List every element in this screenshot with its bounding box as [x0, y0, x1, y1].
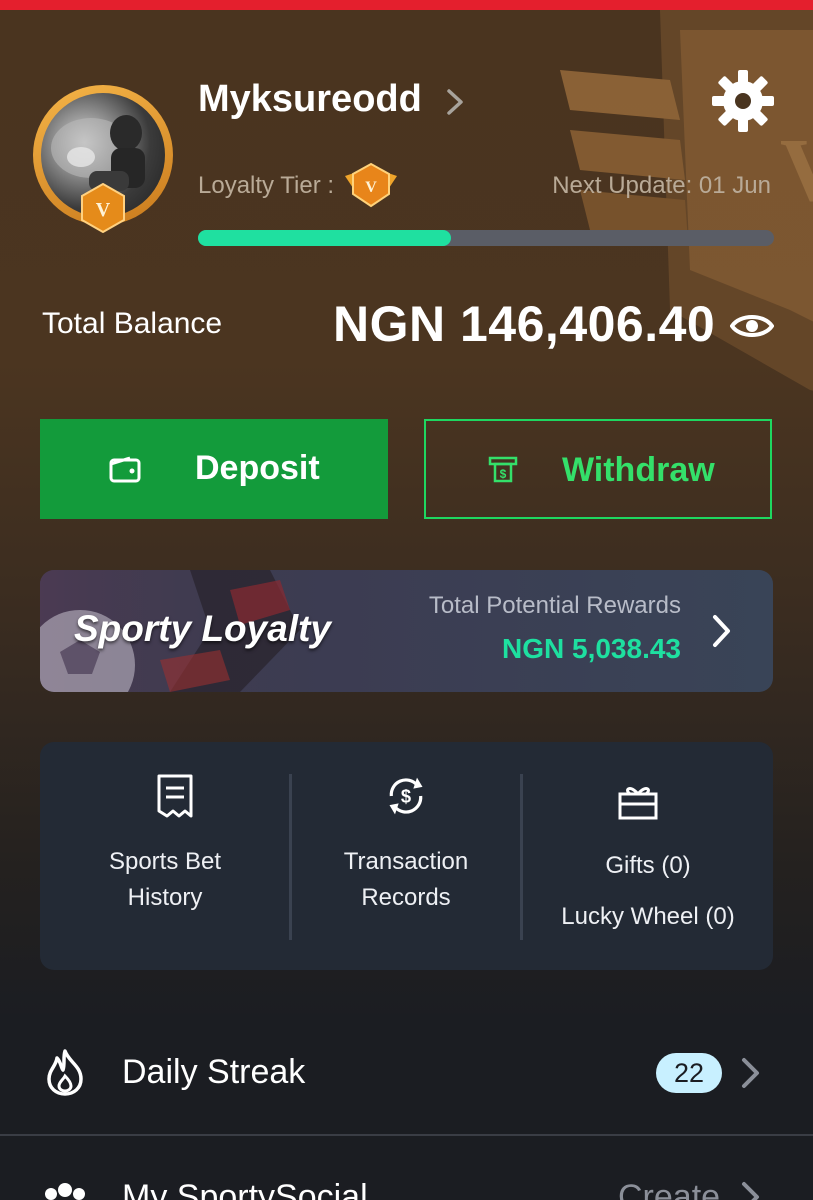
gifts-link[interactable]: Gifts (0) Lucky Wheel (0)	[523, 742, 773, 970]
gifts-count: Gifts (0)	[605, 852, 691, 879]
sports-bet-history-line1: Sports Bet	[108, 848, 222, 875]
eye-icon[interactable]	[730, 310, 774, 342]
total-balance-label: Total Balance	[42, 307, 223, 340]
chevron-right-icon	[742, 1058, 759, 1088]
rewards-label: Total Potential Rewards	[428, 592, 681, 619]
gift-icon	[618, 787, 658, 820]
sporty-loyalty-card[interactable]: Sporty Loyalty Total Potential Rewards N…	[40, 570, 773, 692]
deposit-label: Deposit	[195, 449, 320, 487]
loyalty-tier-badge-icon: V	[345, 162, 397, 208]
transaction-records-line2: Records	[361, 884, 451, 911]
withdraw-label: Withdraw	[562, 451, 715, 489]
loyalty-title: Sporty Loyalty	[74, 608, 331, 649]
daily-streak-label: Daily Streak	[122, 1053, 306, 1091]
username[interactable]: Myksureodd	[198, 78, 422, 121]
chevron-right-icon	[742, 1182, 759, 1200]
lucky-wheel-count[interactable]: Lucky Wheel (0)	[523, 899, 773, 935]
svg-text:$: $	[500, 467, 507, 481]
my-sportysocial-row[interactable]: My SportySocial Create	[0, 1136, 813, 1200]
next-update-text: Next Update: 01 Jun	[552, 172, 771, 199]
svg-text:V: V	[96, 199, 111, 221]
sports-bet-history-link[interactable]: Sports Bet History	[40, 742, 290, 970]
total-balance-value: NGN 146,406.40	[333, 296, 716, 352]
avatar-tier-badge-icon: V	[81, 183, 125, 233]
transaction-records-line1: Transaction	[343, 848, 469, 875]
quick-links-panel: Sports Bet History $ Transaction Records	[40, 742, 773, 970]
withdraw-button[interactable]: $ Withdraw	[424, 419, 772, 519]
daily-streak-row[interactable]: Daily Streak 22	[0, 1015, 813, 1130]
rewards-value: NGN 5,038.43	[502, 633, 681, 664]
svg-text:V: V	[365, 179, 377, 196]
flame-icon	[47, 1049, 83, 1096]
transaction-records-link[interactable]: $ Transaction Records	[292, 742, 520, 970]
tier-progress-fill	[198, 230, 452, 246]
settings-gear-icon[interactable]	[710, 68, 776, 134]
daily-streak-count-badge: 22	[656, 1053, 722, 1093]
top-red-strip	[0, 0, 813, 10]
my-sportysocial-label: My SportySocial	[122, 1178, 368, 1200]
create-link[interactable]: Create	[618, 1178, 720, 1200]
receipt-icon	[157, 774, 193, 818]
people-group-icon	[45, 1183, 85, 1200]
loyalty-tier-label: Loyalty Tier :	[198, 172, 335, 199]
refresh-dollar-icon: $	[389, 777, 423, 815]
deposit-button[interactable]: Deposit	[40, 419, 388, 519]
svg-text:V: V	[780, 121, 813, 220]
chevron-right-icon	[713, 615, 730, 647]
tier-progress-bar	[198, 230, 774, 246]
chevron-right-icon[interactable]	[444, 88, 466, 116]
avatar[interactable]: V	[33, 85, 173, 233]
wallet-icon	[109, 456, 141, 483]
svg-text:$: $	[401, 785, 411, 806]
profile-hero: V V Myksureodd Loyalty Tier: V Next Upd…	[0, 10, 813, 1020]
atm-cash-icon: $	[488, 456, 518, 483]
sports-bet-history-line2: History	[127, 884, 203, 911]
